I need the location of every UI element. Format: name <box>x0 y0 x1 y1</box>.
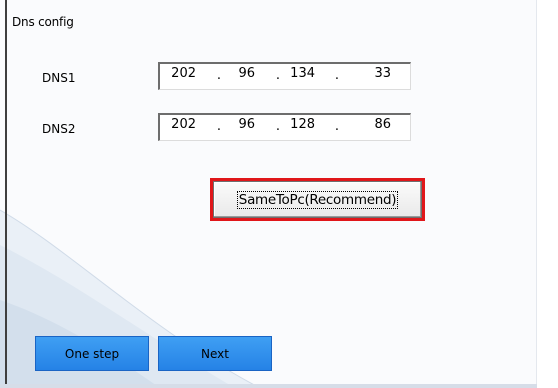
dns-config-panel: Dns config DNS1 202 . 96 . 134 . 33 DNS2… <box>0 0 537 388</box>
panel-bottom-edge <box>0 384 537 388</box>
dns2-octet-3[interactable]: 128 <box>281 117 315 132</box>
dns-config-window: Dns config DNS1 202 . 96 . 134 . 33 DNS2… <box>0 0 558 388</box>
dns2-octet-4[interactable]: 86 <box>357 117 391 132</box>
same-to-pc-button-label: SameToPc(Recommend) <box>236 190 399 209</box>
dns2-dot-3: . <box>334 119 340 134</box>
one-step-button[interactable]: One step <box>35 336 149 371</box>
panel-left-border <box>5 0 7 388</box>
one-step-button-label: One step <box>64 346 120 361</box>
dns1-octet-2[interactable]: 96 <box>221 66 255 81</box>
dns2-ip-input[interactable]: 202 . 96 . 128 . 86 <box>158 113 411 141</box>
dns2-octet-1[interactable]: 202 <box>162 117 196 132</box>
dns1-ip-input[interactable]: 202 . 96 . 134 . 33 <box>158 62 411 90</box>
next-button-label: Next <box>201 346 229 361</box>
dns2-octet-2[interactable]: 96 <box>221 117 255 132</box>
section-title: Dns config <box>12 15 74 29</box>
dns1-octet-3[interactable]: 134 <box>281 66 315 81</box>
dns1-label: DNS1 <box>42 71 76 85</box>
same-to-pc-button[interactable]: SameToPc(Recommend) <box>213 181 422 218</box>
dns2-label: DNS2 <box>42 122 76 136</box>
dns1-octet-1[interactable]: 202 <box>162 66 196 81</box>
dns1-dot-3: . <box>334 68 340 83</box>
panel-right-edge <box>536 0 537 388</box>
next-button[interactable]: Next <box>158 336 272 371</box>
dns1-octet-4[interactable]: 33 <box>357 66 391 81</box>
